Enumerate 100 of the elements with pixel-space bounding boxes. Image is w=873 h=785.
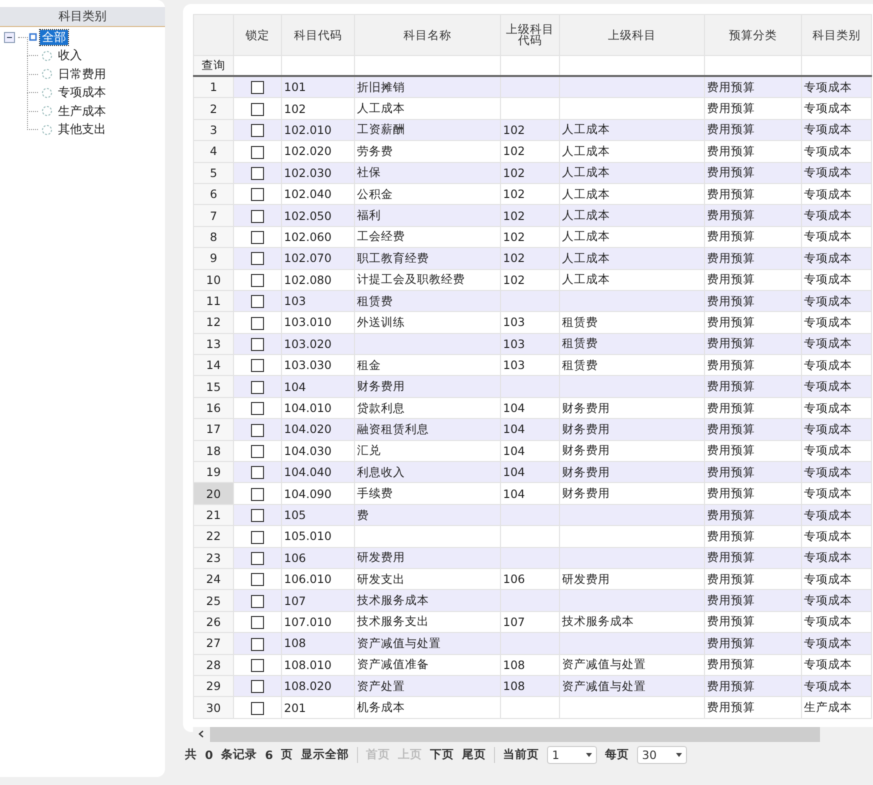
- column-header[interactable]: 锁定: [234, 14, 282, 56]
- row-number[interactable]: 19: [194, 462, 234, 483]
- budget-cell: 费用预算: [707, 144, 755, 158]
- tree-item[interactable]: 生产成本: [56, 104, 108, 119]
- lock-checkbox[interactable]: [251, 616, 264, 630]
- row-number[interactable]: 30: [194, 696, 234, 718]
- budget-cell: 费用预算: [707, 657, 755, 672]
- lock-checkbox[interactable]: [251, 231, 264, 244]
- row-number[interactable]: 24: [194, 568, 234, 590]
- row-number[interactable]: 5: [194, 162, 234, 184]
- row-number[interactable]: 17: [194, 418, 234, 440]
- row-number[interactable]: 18: [194, 440, 234, 462]
- lock-checkbox[interactable]: [251, 680, 264, 694]
- category-cell: 专项成本: [804, 572, 852, 586]
- lock-checkbox[interactable]: [251, 316, 264, 330]
- row-number[interactable]: 12: [194, 312, 234, 334]
- parent-cell: 人工成本: [562, 122, 610, 136]
- row-number[interactable]: 20: [194, 482, 234, 504]
- column-header[interactable]: 预算分类: [704, 14, 802, 56]
- lock-checkbox[interactable]: [251, 295, 264, 308]
- row-number[interactable]: 2: [194, 98, 234, 120]
- lock-checkbox[interactable]: [251, 466, 264, 480]
- row-number[interactable]: 11: [194, 290, 234, 312]
- pager-link[interactable]: 尾页: [462, 747, 486, 762]
- lock-checkbox[interactable]: [251, 166, 264, 180]
- pager-link[interactable]: 下页: [430, 747, 454, 762]
- column-header[interactable]: 科目代码: [282, 14, 354, 56]
- row-number[interactable]: 15: [194, 376, 234, 398]
- lock-checkbox[interactable]: [251, 81, 264, 94]
- tree-item[interactable]: 专项成本: [56, 85, 108, 100]
- row-number[interactable]: 14: [194, 354, 234, 376]
- parent-cell: 财务费用: [562, 400, 610, 415]
- column-header[interactable]: 科目名称: [354, 14, 500, 56]
- lock-checkbox[interactable]: [251, 638, 264, 651]
- panel-title: 科目类别: [0, 7, 165, 27]
- row-number[interactable]: 26: [194, 611, 234, 633]
- row-number[interactable]: 29: [194, 675, 234, 697]
- budget-cell: 费用预算: [707, 294, 755, 308]
- row-number[interactable]: 23: [194, 547, 234, 568]
- pager-link[interactable]: 显示全部: [301, 747, 350, 762]
- name-cell: 劳务费: [357, 144, 393, 158]
- budget-cell: 费用预算: [707, 400, 755, 415]
- page-select[interactable]: 30: [637, 746, 688, 764]
- lock-checkbox[interactable]: [251, 188, 264, 202]
- column-header[interactable]: 上级科目: [560, 14, 704, 56]
- row-number[interactable]: 13: [194, 333, 234, 355]
- budget-cell: 费用预算: [707, 229, 755, 244]
- lock-checkbox[interactable]: [251, 124, 264, 138]
- row-number[interactable]: 21: [194, 504, 234, 526]
- lock-checkbox[interactable]: [251, 573, 264, 586]
- lock-checkbox[interactable]: [251, 658, 264, 672]
- horizontal-scrollbar[interactable]: [193, 726, 873, 742]
- row-number[interactable]: 22: [194, 526, 234, 548]
- lock-checkbox[interactable]: [251, 210, 264, 223]
- lock-checkbox[interactable]: [251, 530, 264, 544]
- tree-item[interactable]: 全部: [40, 30, 68, 45]
- row-number[interactable]: 7: [194, 204, 234, 226]
- lock-checkbox[interactable]: [251, 146, 264, 159]
- row-number[interactable]: 1: [194, 76, 234, 98]
- lock-checkbox[interactable]: [251, 252, 264, 266]
- page-select[interactable]: 1: [547, 746, 598, 764]
- lock-checkbox[interactable]: [251, 402, 264, 416]
- lock-checkbox[interactable]: [251, 274, 264, 287]
- row-number[interactable]: 27: [194, 632, 234, 654]
- code-cell: 102.040: [284, 187, 332, 202]
- column-header[interactable]: 科目类别: [802, 14, 872, 56]
- lock-checkbox[interactable]: [251, 594, 264, 608]
- row-number[interactable]: 25: [194, 590, 234, 612]
- column-header[interactable]: 上级科目代码: [500, 14, 560, 56]
- row-number[interactable]: 3: [194, 119, 234, 141]
- lock-checkbox[interactable]: [251, 509, 264, 522]
- budget-cell: 费用预算: [707, 678, 755, 693]
- scroll-left-icon[interactable]: [198, 730, 204, 738]
- lock-checkbox[interactable]: [251, 338, 264, 352]
- code-cell: 104: [284, 380, 306, 394]
- row-number[interactable]: 10: [194, 269, 234, 290]
- row-number[interactable]: 6: [194, 183, 234, 205]
- row-number[interactable]: 4: [194, 140, 234, 162]
- lock-checkbox[interactable]: [251, 488, 264, 501]
- parent-code-cell: 102: [503, 166, 525, 180]
- tree-item[interactable]: 收入: [56, 48, 84, 64]
- lock-checkbox[interactable]: [251, 702, 264, 715]
- row-number[interactable]: 9: [194, 248, 234, 270]
- lock-checkbox[interactable]: [251, 359, 264, 372]
- row-number[interactable]: 28: [194, 654, 234, 676]
- tree-item[interactable]: 日常费用: [56, 66, 108, 82]
- lock-checkbox[interactable]: [251, 424, 264, 437]
- collapse-icon[interactable]: [4, 32, 15, 43]
- row-number[interactable]: 8: [194, 226, 234, 248]
- lock-checkbox[interactable]: [251, 380, 264, 394]
- lock-checkbox[interactable]: [251, 445, 264, 458]
- tree-item[interactable]: 其他支出: [56, 122, 108, 138]
- code-cell: 107: [284, 594, 306, 608]
- lock-checkbox[interactable]: [251, 102, 264, 116]
- parent-code-cell: 104: [503, 444, 525, 458]
- parent-code-cell: 102: [503, 230, 525, 244]
- lock-checkbox[interactable]: [251, 552, 264, 565]
- budget-cell: 费用预算: [707, 314, 755, 329]
- row-number[interactable]: 16: [194, 397, 234, 419]
- parent-cell: 人工成本: [562, 272, 610, 286]
